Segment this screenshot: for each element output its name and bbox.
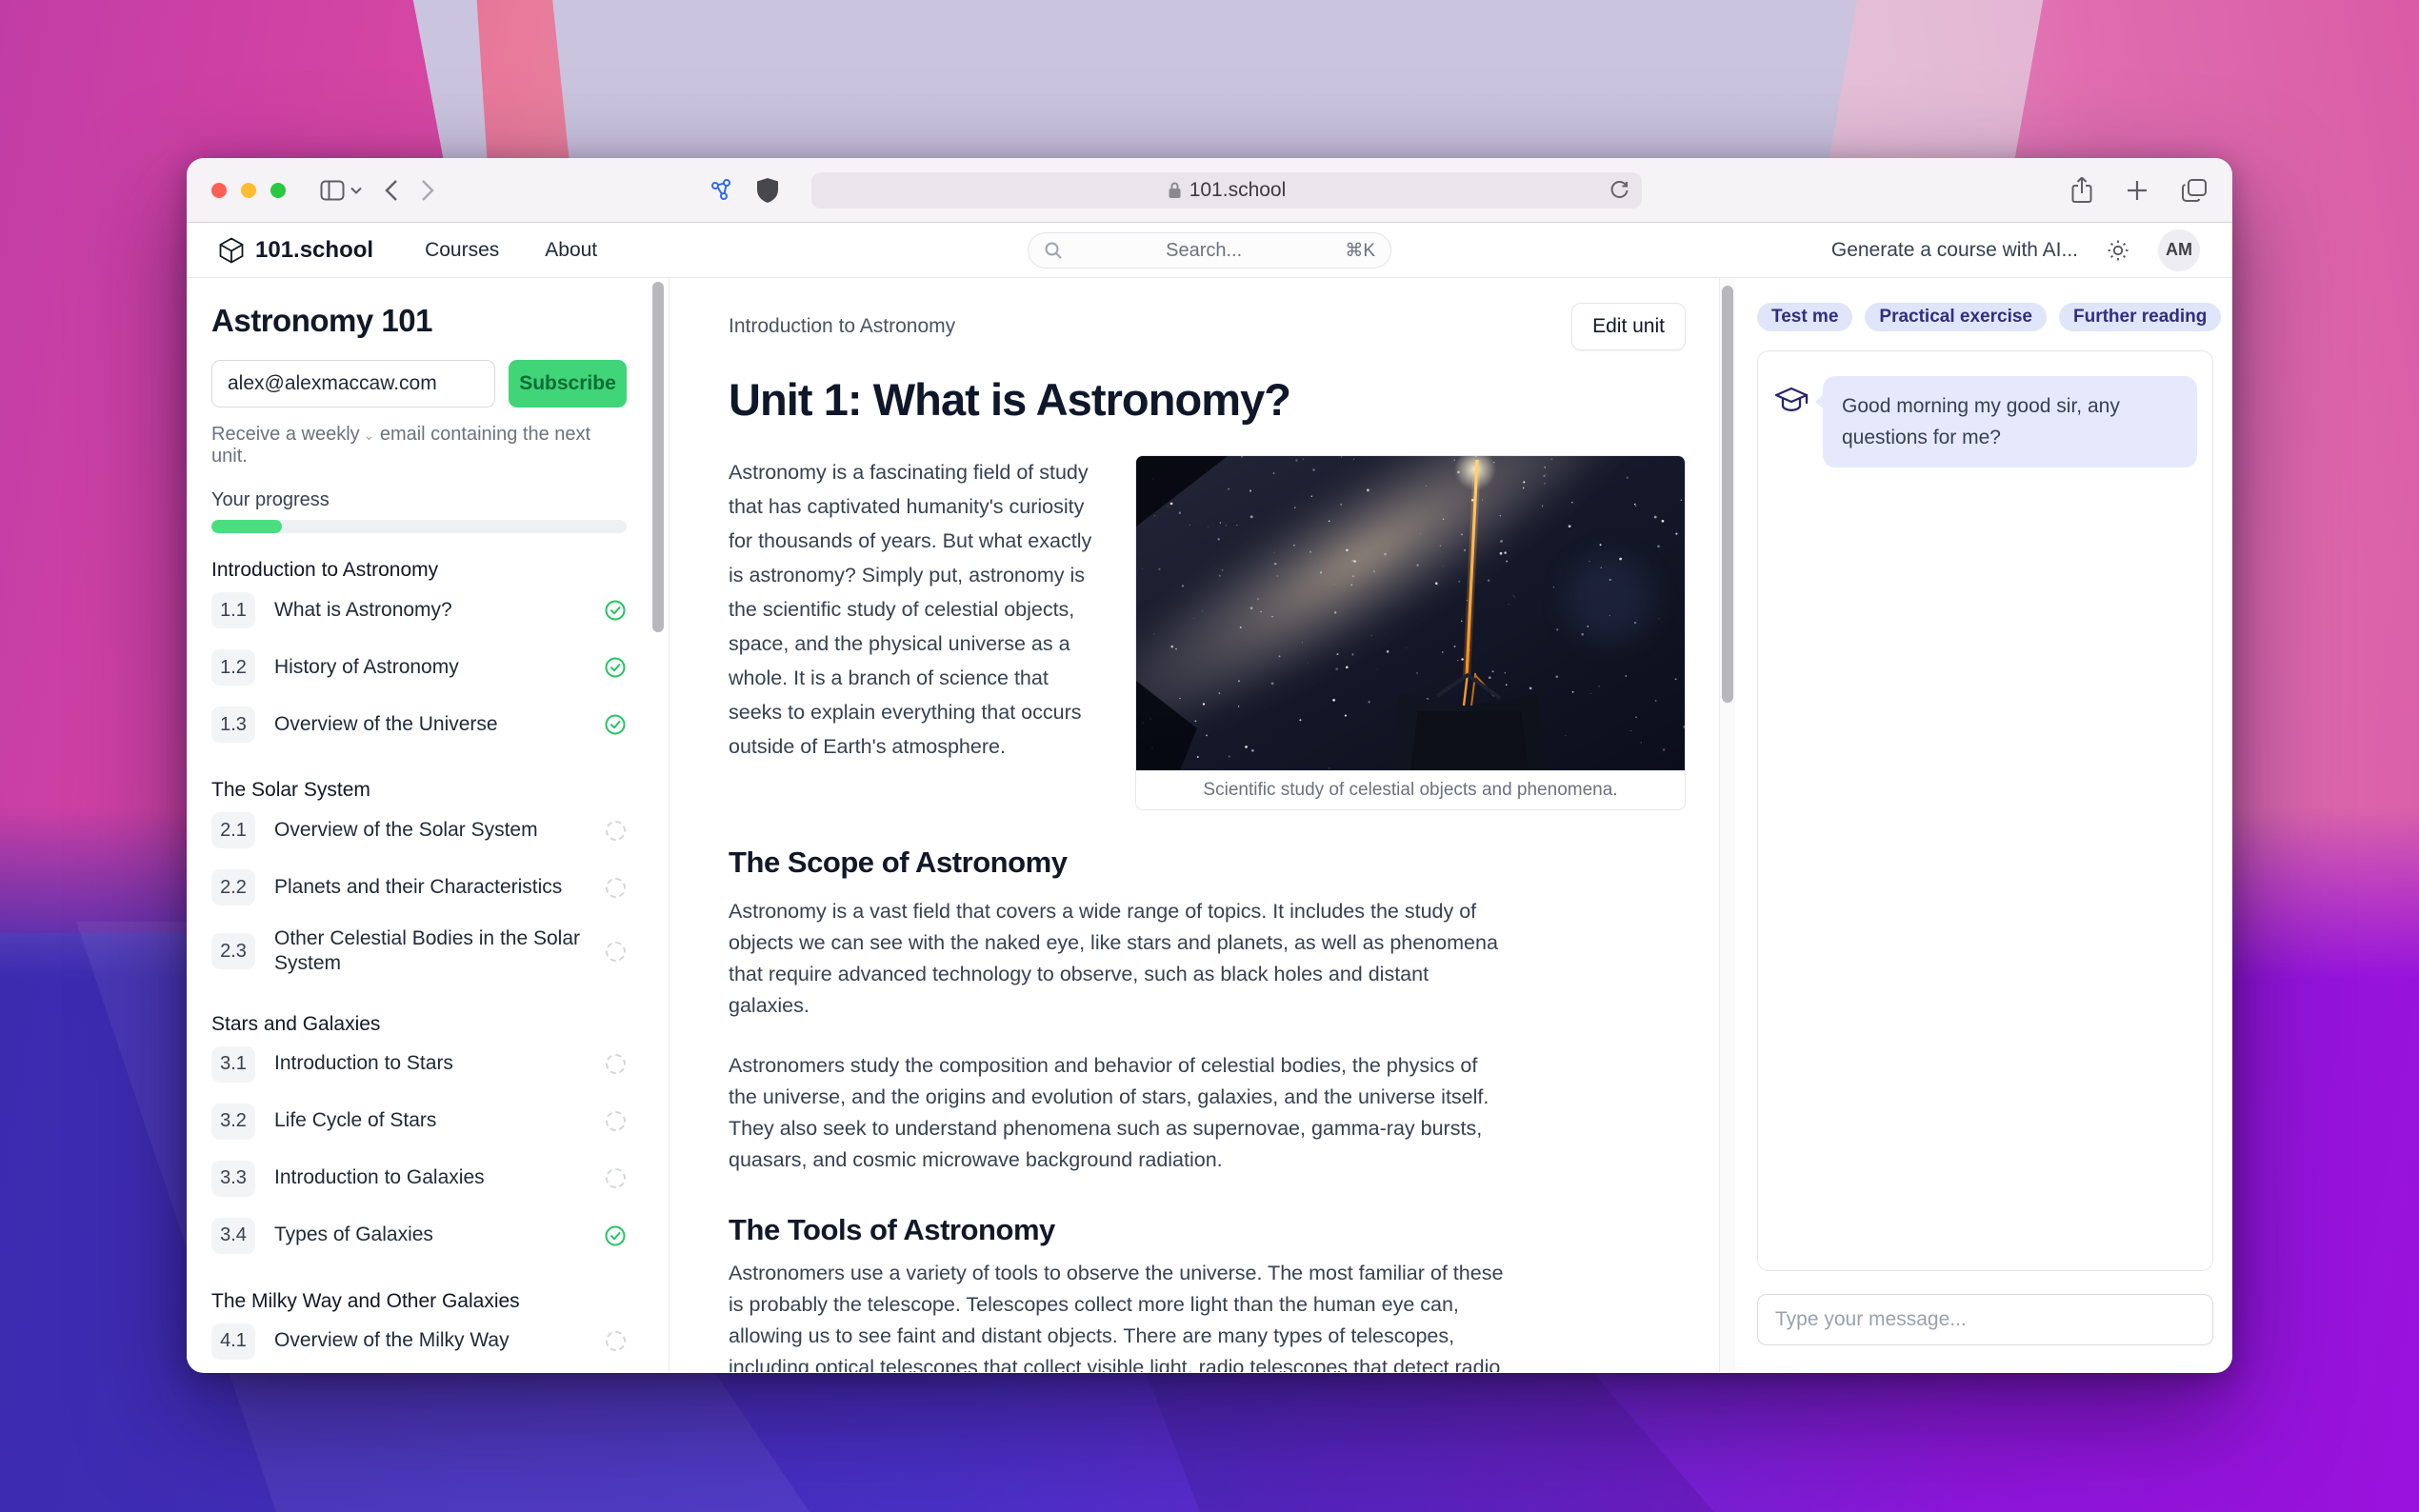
sidebar-item-1-1[interactable]: 1.1 What is Astronomy? [211,582,627,639]
check-circle-icon [604,1224,627,1247]
nav-link-courses[interactable]: Courses [425,239,499,262]
edit-unit-button[interactable]: Edit unit [1571,303,1686,350]
sidebar-toggle-icon[interactable] [320,180,362,201]
tab-overview-icon[interactable] [2181,178,2208,203]
body-paragraph: Astronomy is a vast field that covers a … [729,896,1508,1022]
figure-caption: Scientific study of celestial objects an… [1136,770,1685,809]
chat-history: Good morning my good sir, any questions … [1757,350,2213,1271]
chip-further-reading[interactable]: Further reading [2059,303,2221,331]
pending-circle-icon [604,819,627,842]
sidebar-item-1-3[interactable]: 1.3 Overview of the Universe [211,696,627,753]
share-icon[interactable] [2070,176,2093,205]
site-header: 101.school Courses About Search... ⌘K Ge… [187,223,2232,278]
assistant-message: Good morning my good sir, any questions … [1823,376,2197,468]
generate-course-link[interactable]: Generate a course with AI... [1831,239,2078,262]
pending-circle-icon [604,1053,627,1076]
brand-name: 101.school [255,237,373,264]
graduation-cap-icon [1773,386,1809,418]
sidebar-item-2-2[interactable]: 2.2 Planets and their Characteristics [211,859,627,916]
fullscreen-button[interactable] [270,183,286,198]
unit-content: Introduction to Astronomy Edit unit Unit… [670,278,1735,1372]
search-icon [1044,241,1063,260]
sidebar-item-3-2[interactable]: 3.2 Life Cycle of Stars [211,1093,627,1150]
desktop-background: 101.school [0,0,2419,1512]
sidebar-scrollbar[interactable] [652,282,664,632]
section-title: Stars and Galaxies [211,1013,627,1036]
section-heading-scope: The Scope of Astronomy [729,845,1508,881]
search-placeholder: Search... [1063,240,1345,262]
progress-bar [211,520,627,533]
main-scrollbar[interactable] [1722,286,1733,703]
back-button[interactable] [385,179,398,202]
body-paragraph: Astronomers use a variety of tools to ob… [729,1258,1508,1372]
browser-window: 101.school [187,158,2232,1373]
subscribe-button[interactable]: Subscribe [509,360,627,408]
sidebar-item-4-2[interactable]: 4.2 Other Notable Galaxies [211,1370,627,1373]
email-field[interactable] [211,360,495,408]
search-input[interactable]: Search... ⌘K [1028,232,1391,269]
sidebar-item-4-1[interactable]: 4.1 Overview of the Milky Way [211,1313,627,1370]
url-bar[interactable]: 101.school [811,172,1642,209]
chip-practical-exercise[interactable]: Practical exercise [1865,303,2047,331]
pending-circle-icon [604,1110,627,1133]
cube-logo-icon [219,237,244,264]
brand[interactable]: 101.school [219,237,373,264]
section-heading-tools: The Tools of Astronomy [729,1212,1508,1248]
url-text: 101.school [1190,179,1287,202]
sidebar-item-3-4[interactable]: 3.4 Types of Galaxies [211,1207,627,1264]
section-title: The Solar System [211,779,627,802]
sidebar-item-3-1[interactable]: 3.1 Introduction to Stars [211,1036,627,1093]
check-circle-icon [604,599,627,622]
new-tab-icon[interactable] [2126,179,2149,202]
assistant-panel: Test me Practical exercise Further readi… [1735,278,2232,1372]
progress-fill [211,520,282,533]
extension-shield-icon[interactable] [756,177,779,204]
pending-circle-icon [604,1330,627,1353]
unit-image [1136,456,1685,770]
close-button[interactable] [211,183,227,198]
nav-link-about[interactable]: About [545,239,597,262]
section-title: Introduction to Astronomy [211,559,627,582]
course-sidebar: Astronomy 101 Subscribe Receive a weekly… [187,278,670,1372]
sidebar-item-2-3[interactable]: 2.3 Other Celestial Bodies in the Solar … [211,916,627,987]
avatar[interactable]: AM [2158,229,2200,271]
chip-test-me[interactable]: Test me [1757,303,1852,331]
minimize-button[interactable] [241,183,256,198]
pending-circle-icon [604,876,627,899]
search-shortcut: ⌘K [1345,240,1375,262]
forward-button[interactable] [421,179,434,202]
sidebar-item-1-2[interactable]: 1.2 History of Astronomy [211,639,627,696]
unit-figure: Scientific study of celestial objects an… [1135,455,1686,810]
sidebar-item-2-1[interactable]: 2.1 Overview of the Solar System [211,802,627,859]
main-scrollbar-track [1719,278,1735,1372]
extension-graph-icon[interactable] [709,178,733,203]
chevron-down-icon [350,187,362,194]
progress-label: Your progress [211,489,627,511]
chevron-down-icon: ⌄ [360,428,375,443]
check-circle-icon [604,656,627,679]
body-paragraph: Astronomers study the composition and be… [729,1050,1508,1176]
reload-icon[interactable] [1608,179,1630,202]
course-title: Astronomy 101 [211,303,627,339]
frequency-select[interactable]: weekly ⌄ [302,424,380,445]
theme-sun-icon[interactable] [2107,239,2129,262]
browser-chrome: 101.school [187,158,2232,223]
window-controls [211,183,286,198]
check-circle-icon [604,713,627,736]
sidebar-item-3-3[interactable]: 3.3 Introduction to Galaxies [211,1150,627,1207]
page-title: Unit 1: What is Astronomy? [729,373,1735,427]
lock-icon [1168,181,1182,200]
breadcrumb: Introduction to Astronomy [729,315,955,338]
pending-circle-icon [604,1167,627,1190]
intro-paragraph: Astronomy is a fascinating field of stud… [729,455,1103,810]
frequency-prefix: Receive a [211,424,296,445]
pending-circle-icon [604,940,627,963]
chat-message-input[interactable] [1757,1294,2213,1345]
section-title: The Milky Way and Other Galaxies [211,1290,627,1313]
